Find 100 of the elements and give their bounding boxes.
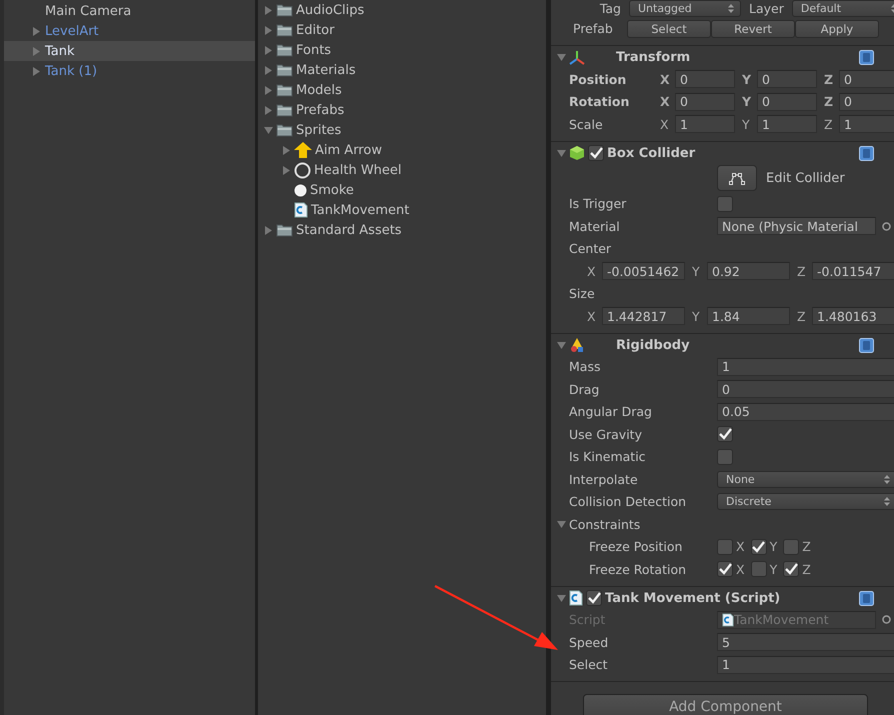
shapes-icon [569, 337, 585, 353]
checkbox[interactable] [750, 538, 767, 555]
help-icon[interactable] [859, 590, 874, 606]
asset-name[interactable]: TankMovement [311, 202, 410, 218]
asset-name[interactable]: Smoke [310, 182, 354, 198]
number-field[interactable]: 0 [757, 92, 817, 111]
number-field[interactable]: 1 [675, 115, 735, 134]
ring-icon [294, 162, 311, 178]
expand-arrow-icon[interactable] [264, 46, 273, 54]
checkbox[interactable] [717, 448, 733, 465]
number-field[interactable]: 0 [839, 92, 894, 111]
checkbox[interactable] [717, 426, 733, 442]
asset-name[interactable]: Fonts [296, 42, 332, 58]
enable-checkbox[interactable] [588, 145, 604, 161]
expand-arrow-icon[interactable] [264, 66, 273, 74]
expand-arrow-icon[interactable] [32, 66, 41, 76]
checkbox[interactable] [783, 538, 800, 555]
number-field[interactable]: 0 [675, 70, 735, 88]
object-field[interactable]: None (Physic Material [717, 217, 876, 236]
asset-name[interactable]: AudioClips [296, 2, 364, 18]
asset-name[interactable]: Materials [296, 62, 356, 78]
axis-label: Y [742, 72, 752, 87]
help-icon[interactable] [859, 146, 874, 160]
field-label: Speed [569, 634, 610, 650]
expand-arrow-icon[interactable] [264, 106, 273, 114]
number-field[interactable]: -0.011547 [812, 262, 894, 280]
hierarchy-row[interactable]: Tank (1) [4, 61, 255, 81]
help-icon[interactable] [859, 338, 874, 352]
asset-name[interactable]: Health Wheel [314, 162, 402, 178]
expand-arrow-icon[interactable] [264, 26, 273, 34]
folder-icon [276, 123, 293, 137]
axis-label: Z [824, 94, 834, 110]
layer-dropdown[interactable]: Default [792, 0, 894, 17]
asset-name[interactable]: Models [296, 82, 342, 98]
add-component-button[interactable]: Add Component [583, 694, 868, 715]
component-title: Box Collider [607, 146, 696, 160]
number-field[interactable]: 0 [675, 92, 735, 111]
enable-checkbox[interactable] [586, 590, 602, 606]
expand-arrow-icon[interactable] [282, 166, 291, 174]
number-field[interactable]: 5 [717, 633, 894, 652]
number-field[interactable]: 0.92 [707, 262, 790, 280]
hierarchy-row[interactable]: Main Camera [4, 1, 255, 21]
collapse-arrow-icon[interactable] [557, 53, 566, 62]
number-field[interactable]: 0 [757, 70, 817, 88]
collapse-arrow-icon[interactable] [264, 126, 273, 134]
expand-arrow-icon[interactable] [32, 46, 41, 56]
prefab-button[interactable]: Select [627, 20, 711, 38]
script-icon [722, 612, 734, 627]
number-field[interactable]: 0 [839, 70, 894, 88]
number-field[interactable]: 0.05 [717, 402, 894, 421]
asset-name[interactable]: Sprites [296, 122, 342, 138]
checkbox[interactable] [750, 561, 767, 578]
asset-name[interactable]: Standard Assets [296, 222, 402, 238]
edit-collider-button[interactable] [717, 165, 757, 191]
number-field[interactable]: 0 [717, 380, 894, 398]
number-field[interactable]: 1.480163 [812, 307, 894, 326]
expand-arrow-icon[interactable] [282, 146, 291, 154]
number-field[interactable]: 1 [839, 115, 894, 134]
collapse-arrow-icon[interactable] [557, 340, 566, 350]
hierarchy-row[interactable]: LevelArt [4, 21, 255, 41]
dropdown[interactable]: None [717, 470, 894, 488]
dropdown[interactable]: Discrete [717, 493, 894, 510]
asset-name[interactable]: Aim Arrow [315, 142, 382, 158]
number-field[interactable]: 1.84 [707, 307, 790, 326]
number-field[interactable]: 1 [717, 656, 894, 674]
collapse-arrow-icon[interactable] [557, 594, 566, 602]
collapse-arrow-icon[interactable] [557, 520, 566, 529]
target-icon[interactable] [882, 222, 891, 231]
hierarchy-row[interactable]: Tank [4, 41, 255, 61]
tag-dropdown[interactable]: Untagged [629, 0, 741, 17]
number-field[interactable]: -0.0051462 [602, 262, 685, 280]
asset-name[interactable]: Prefabs [296, 102, 344, 118]
prefab-button[interactable]: Revert [711, 20, 795, 38]
expand-arrow-icon[interactable] [32, 26, 41, 36]
up-arrow-icon [294, 142, 312, 158]
caret-icon [884, 474, 890, 484]
prefab-button[interactable]: Apply [795, 20, 879, 38]
collapse-arrow-icon[interactable] [557, 148, 566, 158]
axis-label: X [660, 116, 670, 132]
number-field[interactable]: 1.442817 [602, 307, 685, 326]
number-field[interactable]: 1 [717, 358, 894, 376]
folder-icon [276, 43, 293, 57]
expand-arrow-icon[interactable] [264, 86, 273, 94]
help-icon[interactable] [859, 50, 874, 65]
checkbox[interactable] [783, 561, 800, 578]
tag-label: Tag [598, 1, 621, 16]
checkbox[interactable] [717, 538, 733, 555]
expand-arrow-icon[interactable] [264, 6, 273, 14]
object-name: Tank [45, 44, 75, 58]
layer-label: Layer [749, 1, 784, 16]
field-label: Scale [569, 116, 604, 132]
asset-name[interactable]: Editor [296, 22, 334, 38]
checkbox[interactable] [717, 196, 733, 212]
object-name: LevelArt [45, 24, 99, 38]
target-icon[interactable] [882, 615, 891, 624]
number-field[interactable]: 1 [757, 115, 817, 134]
checkbox[interactable] [717, 561, 733, 578]
axis-label: X [660, 94, 671, 110]
foldout-label[interactable]: Constraints [569, 516, 717, 532]
expand-arrow-icon[interactable] [264, 226, 273, 234]
